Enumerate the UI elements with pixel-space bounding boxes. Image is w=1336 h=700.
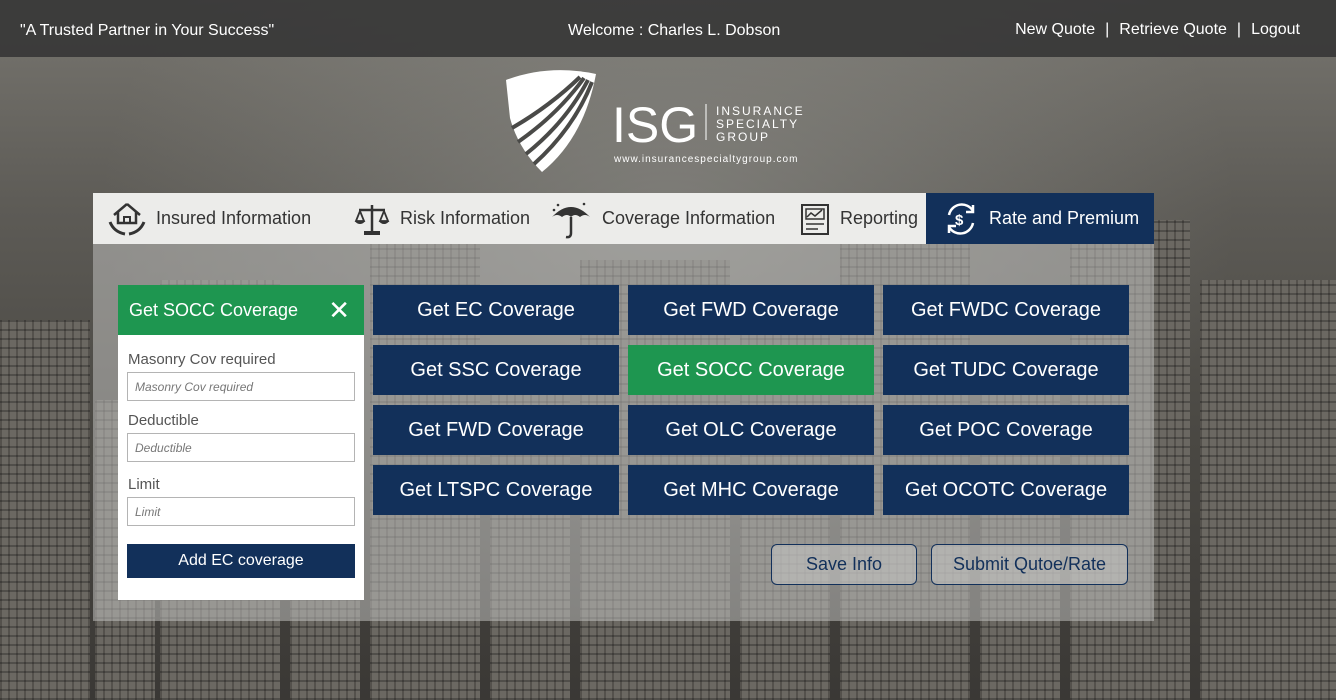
get-mhc-coverage-button[interactable]: Get MHC Coverage <box>628 465 874 515</box>
svg-text:$: $ <box>955 212 964 229</box>
get-fwd-coverage-button[interactable]: Get FWD Coverage <box>628 285 874 335</box>
svg-text:SPECIALTY: SPECIALTY <box>716 117 799 131</box>
socc-form-header: Get SOCC Coverage ✕ <box>118 285 364 335</box>
submit-quote-rate-button[interactable]: Submit Qutoe/Rate <box>931 544 1128 585</box>
tagline: "A Trusted Partner in Your Success" <box>20 22 275 39</box>
tab-risk-information[interactable]: Risk Information <box>340 193 540 244</box>
get-fwdc-coverage-button[interactable]: Get FWDC Coverage <box>883 285 1129 335</box>
retrieve-quote-link[interactable]: Retrieve Quote <box>1119 21 1227 39</box>
limit-input[interactable] <box>127 497 355 526</box>
tab-label: Reporting <box>840 208 919 228</box>
link-separator: | <box>1105 21 1110 38</box>
get-fwd-coverage-button-2[interactable]: Get FWD Coverage <box>373 405 619 455</box>
save-info-button[interactable]: Save Info <box>771 544 917 585</box>
tab-label: Risk Information <box>400 208 531 228</box>
socc-coverage-form: Get SOCC Coverage ✕ Masonry Cov required… <box>118 285 364 600</box>
coverage-button-grid: Get EC Coverage Get FWD Coverage Get FWD… <box>373 285 1129 515</box>
tab-insured-information[interactable]: Insured Information <box>93 193 340 244</box>
tab-label: Insured Information <box>156 208 312 228</box>
get-ec-coverage-button[interactable]: Get EC Coverage <box>373 285 619 335</box>
tab-coverage-information[interactable]: Coverage Information <box>540 193 788 244</box>
svg-text:ISG: ISG <box>612 97 698 153</box>
get-olc-coverage-button[interactable]: Get OLC Coverage <box>628 405 874 455</box>
get-socc-coverage-button[interactable]: Get SOCC Coverage <box>628 345 874 395</box>
header-links: New Quote | Retrieve Quote | Logout <box>1015 21 1300 39</box>
get-ltspc-coverage-button[interactable]: Get LTSPC Coverage <box>373 465 619 515</box>
get-ssc-coverage-button[interactable]: Get SSC Coverage <box>373 345 619 395</box>
svg-text:GROUP: GROUP <box>716 130 770 144</box>
scales-icon <box>354 204 390 235</box>
masonry-label: Masonry Cov required <box>128 351 276 368</box>
logout-link[interactable]: Logout <box>1251 21 1300 39</box>
tab-label: Coverage Information <box>602 208 776 228</box>
close-icon[interactable]: ✕ <box>328 297 350 323</box>
top-bar: "A Trusted Partner in Your Success" Welc… <box>0 0 1336 57</box>
umbrella-icon <box>552 202 590 238</box>
dollar-cycle-icon: $ <box>947 202 975 235</box>
link-separator: | <box>1236 21 1242 38</box>
isg-logo: ISG INSURANCE SPECIALTY GROUP www.insura… <box>504 68 814 176</box>
new-quote-link[interactable]: New Quote <box>1015 21 1095 39</box>
tab-label: Rate and Premium <box>989 208 1140 228</box>
svg-text:INSURANCE: INSURANCE <box>716 104 805 118</box>
get-tudc-coverage-button[interactable]: Get TUDC Coverage <box>883 345 1129 395</box>
get-poc-coverage-button[interactable]: Get POC Coverage <box>883 405 1129 455</box>
get-ocotc-coverage-button[interactable]: Get OCOTC Coverage <box>883 465 1129 515</box>
tab-bar: Insured Information Risk Information Cov… <box>93 193 1154 244</box>
welcome-text: Welcome : Charles L. Dobson <box>568 22 781 39</box>
socc-form-title: Get SOCC Coverage <box>129 299 299 320</box>
limit-label: Limit <box>128 476 160 493</box>
svg-text:www.insurancespecialtygroup.co: www.insurancespecialtygroup.com <box>613 154 798 165</box>
masonry-cov-input[interactable] <box>127 372 355 401</box>
home-hands-icon <box>108 202 146 235</box>
deductible-label: Deductible <box>128 412 199 429</box>
deductible-input[interactable] <box>127 433 355 462</box>
tab-reporting[interactable]: Reporting <box>788 193 926 244</box>
report-icon <box>801 203 829 235</box>
add-ec-coverage-button[interactable]: Add EC coverage <box>127 544 355 578</box>
tab-rate-and-premium[interactable]: $ Rate and Premium <box>926 193 1154 244</box>
quote-panel: Insured Information Risk Information Cov… <box>93 193 1154 621</box>
